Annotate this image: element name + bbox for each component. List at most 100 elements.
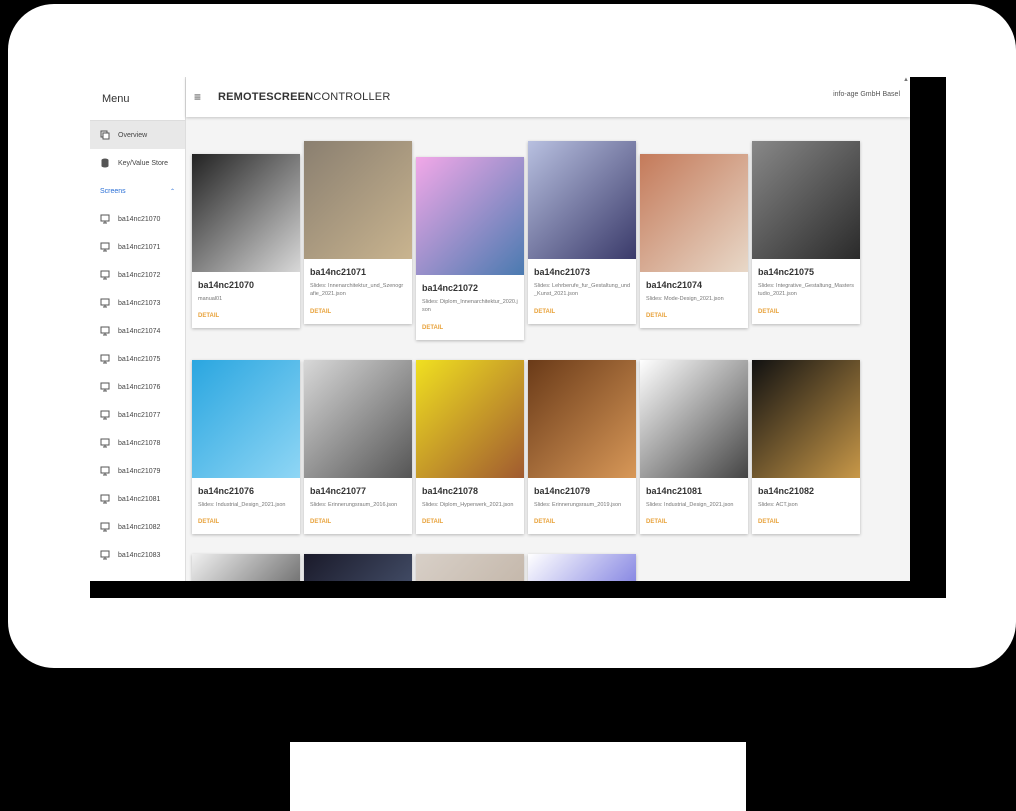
monitor-stand xyxy=(290,742,746,811)
monitor-icon xyxy=(100,298,110,308)
screen-card[interactable]: ba14nc21077 Slides: Erinnerungsraum_2016.… xyxy=(304,360,412,535)
sidebar-item-screen[interactable]: ba14nc21078 xyxy=(90,429,185,457)
card-thumbnail xyxy=(304,360,412,478)
screen-card[interactable] xyxy=(304,554,412,581)
sidebar-screen-label: ba14nc21070 xyxy=(118,215,161,223)
menu-title: Menu xyxy=(90,77,186,121)
screens-icon xyxy=(100,130,110,140)
monitor-icon xyxy=(100,270,110,280)
app-window: Menu Overview Key/Value Store Screens ⌃ ba14… xyxy=(90,77,910,581)
card-subtitle: Slides: Diplom_Hyperwerk_2021.json xyxy=(422,502,514,508)
sidebar-screen-label: ba14nc21077 xyxy=(118,411,161,419)
detail-button[interactable]: DETAIL xyxy=(758,309,779,315)
screen-card[interactable]: ba14nc21079 Slides: Erinnerungsraum_2019.… xyxy=(528,360,636,535)
card-body: ba14nc21079 Slides: Erinnerungsraum_2019.… xyxy=(528,478,636,534)
sidebar-item-screen[interactable]: ba14nc21079 xyxy=(90,457,185,485)
card-body: ba14nc21073 Slides: Lehrberufe_fur_Gestal… xyxy=(528,259,636,324)
sidebar-item-screen[interactable]: ba14nc21081 xyxy=(90,485,185,513)
sidebar-item-screen[interactable]: ba14nc21073 xyxy=(90,289,185,317)
card-title: ba14nc21072 xyxy=(422,283,479,293)
screen-card[interactable]: ba14nc21070 manual01 DETAIL xyxy=(192,154,300,329)
screen-card[interactable]: ba14nc21074 Slides: Mode-Design_2021.json… xyxy=(640,154,748,329)
card-body: ba14nc21070 manual01 DETAIL xyxy=(192,272,300,328)
card-title: ba14nc21077 xyxy=(310,486,367,496)
screen-card[interactable] xyxy=(416,554,524,581)
card-body: ba14nc21077 Slides: Erinnerungsraum_2016.… xyxy=(304,478,412,534)
sidebar-screen-label: ba14nc21082 xyxy=(118,523,161,531)
card-thumbnail xyxy=(416,554,524,581)
sidebar-item-screen[interactable]: ba14nc21072 xyxy=(90,261,185,289)
detail-button[interactable]: DETAIL xyxy=(534,309,555,315)
card-body: ba14nc21076 Slides: Industrial_Design_202… xyxy=(192,478,300,534)
sidebar-screen-label: ba14nc21075 xyxy=(118,355,161,363)
card-subtitle: Slides: Industrial_Design_2021.json xyxy=(646,502,734,508)
card-title: ba14nc21076 xyxy=(198,486,255,496)
screen-card[interactable] xyxy=(192,554,300,581)
sidebar-item-screen[interactable]: ba14nc21074 xyxy=(90,317,185,345)
card-subtitle: Slides: Erinnerungsraum_2019.json xyxy=(534,502,622,508)
monitor-neck xyxy=(418,668,620,742)
card-title: ba14nc21082 xyxy=(758,486,815,496)
screen-card[interactable]: ba14nc21071 Slides: Innenarchitektur_und_… xyxy=(304,141,412,324)
sidebar-screen-label: ba14nc21081 xyxy=(118,495,161,503)
card-subtitle: Slides: Integrative_Gestaltung_Masterstu… xyxy=(758,283,854,298)
monitor-icon xyxy=(100,214,110,224)
sidebar-item-screen[interactable]: ba14nc21082 xyxy=(90,513,185,541)
detail-button[interactable]: DETAIL xyxy=(646,313,667,319)
card-body: ba14nc21072 Slides: Diplom_Innenarchitekt… xyxy=(416,275,524,340)
sidebar-screen-label: ba14nc21078 xyxy=(118,439,161,447)
card-body: ba14nc21081 Slides: Industrial_Design_202… xyxy=(640,478,748,534)
monitor-icon xyxy=(100,438,110,448)
detail-button[interactable]: DETAIL xyxy=(534,519,555,525)
screen-card[interactable]: ba14nc21072 Slides: Diplom_Innenarchitekt… xyxy=(416,157,524,340)
sidebar-screen-label: ba14nc21074 xyxy=(118,327,161,335)
monitor-icon xyxy=(100,326,110,336)
screen-card[interactable]: ba14nc21081 Slides: Industrial_Design_202… xyxy=(640,360,748,535)
sidebar-item-label: Overview xyxy=(118,131,148,139)
card-title: ba14nc21073 xyxy=(534,267,591,277)
card-subtitle: Slides: Erinnerungsraum_2016.json xyxy=(310,502,398,508)
screen-card[interactable]: ba14nc21073 Slides: Lehrberufe_fur_Gestal… xyxy=(528,141,636,324)
detail-button[interactable]: DETAIL xyxy=(646,519,667,525)
sidebar-item-label: Key/Value Store xyxy=(118,159,169,167)
card-thumbnail xyxy=(192,360,300,478)
card-thumbnail xyxy=(640,360,748,478)
card-thumbnail xyxy=(752,141,860,259)
detail-button[interactable]: DETAIL xyxy=(310,519,331,525)
sidebar-item-screen[interactable]: ba14nc21077 xyxy=(90,401,185,429)
detail-button[interactable]: DETAIL xyxy=(198,313,219,319)
detail-button[interactable]: DETAIL xyxy=(310,309,331,315)
monitor-icon xyxy=(100,410,110,420)
screen-card[interactable] xyxy=(528,554,636,581)
sidebar-item-screen[interactable]: ba14nc21075 xyxy=(90,345,185,373)
detail-button[interactable]: DETAIL xyxy=(422,519,443,525)
sidebar-item-screen[interactable]: ba14nc21083 xyxy=(90,541,185,569)
screen-card[interactable]: ba14nc21078 Slides: Diplom_Hyperwerk_2021… xyxy=(416,360,524,535)
monitor-icon xyxy=(100,354,110,364)
card-title: ba14nc21071 xyxy=(310,267,367,277)
monitor-icon xyxy=(100,550,110,560)
screens-section-header[interactable]: Screens ⌃ xyxy=(90,177,185,205)
sidebar-item-screen[interactable]: ba14nc21076 xyxy=(90,373,185,401)
sidebar-screen-label: ba14nc21079 xyxy=(118,467,161,475)
detail-button[interactable]: DETAIL xyxy=(758,519,779,525)
card-thumbnail xyxy=(416,360,524,478)
card-thumbnail xyxy=(528,360,636,478)
monitor-icon xyxy=(100,242,110,252)
sidebar-screen-label: ba14nc21083 xyxy=(118,551,161,559)
sidebar-item-screen[interactable]: ba14nc21070 xyxy=(90,205,185,233)
sidebar-item-overview[interactable]: Overview xyxy=(90,121,185,149)
screen-card[interactable]: ba14nc21075 Slides: Integrative_Gestaltun… xyxy=(752,141,860,324)
screen-card[interactable]: ba14nc21076 Slides: Industrial_Design_202… xyxy=(192,360,300,535)
card-title: ba14nc21075 xyxy=(758,267,815,277)
detail-button[interactable]: DETAIL xyxy=(422,325,443,331)
detail-button[interactable]: DETAIL xyxy=(198,519,219,525)
sidebar-item-key-value-store[interactable]: Key/Value Store xyxy=(90,149,185,177)
screen-card[interactable]: ba14nc21082 Slides: ACT.json DETAIL xyxy=(752,360,860,535)
card-thumbnail xyxy=(640,154,748,272)
card-body: ba14nc21071 Slides: Innenarchitektur_und_… xyxy=(304,259,412,324)
screen-card-grid: ba14nc21070 manual01 DETAIL ba14nc21071 Slid… xyxy=(192,77,910,581)
monitor-icon xyxy=(100,522,110,532)
sidebar-item-screen[interactable]: ba14nc21071 xyxy=(90,233,185,261)
screens-section-label: Screens xyxy=(100,187,126,195)
